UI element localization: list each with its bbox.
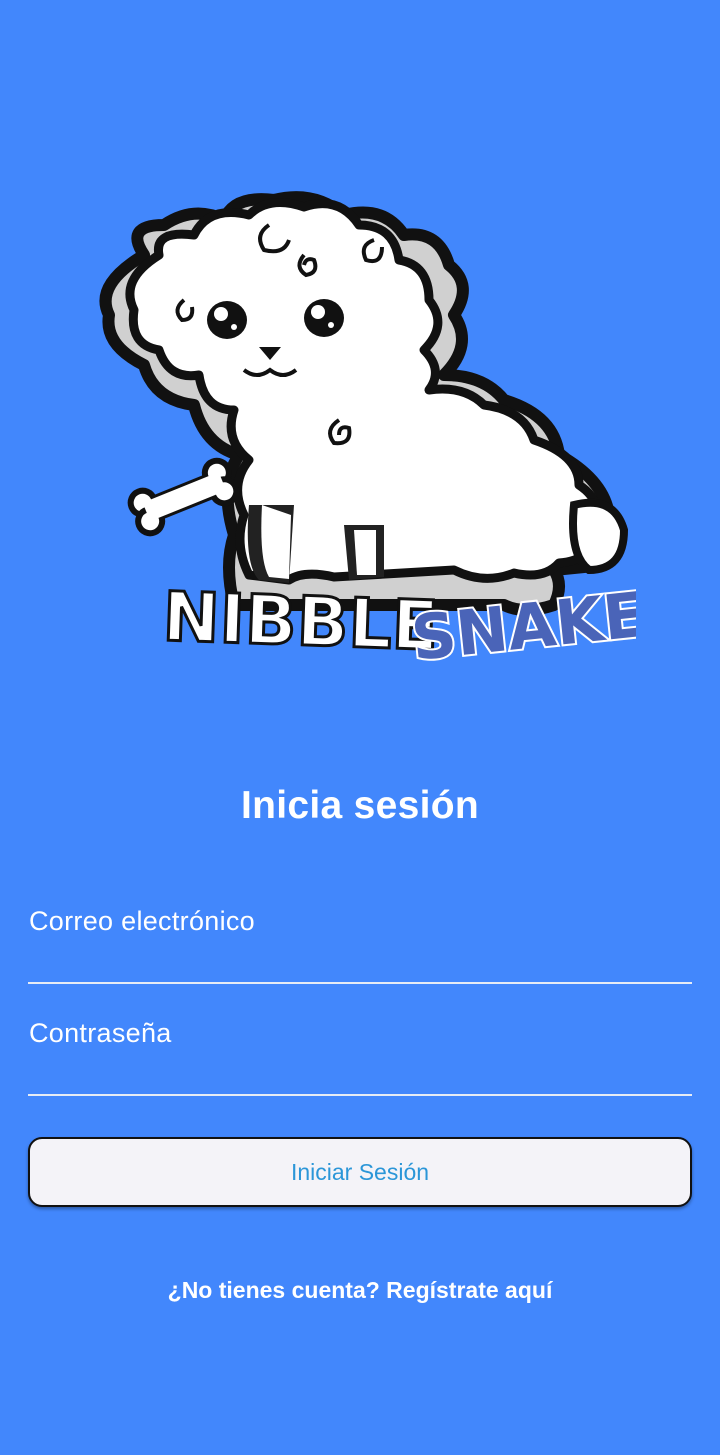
poodle-dog-logo-icon: NIBBLE SNAKE <box>99 191 636 677</box>
login-button[interactable]: Iniciar Sesión <box>28 1137 692 1207</box>
app-logo: NIBBLE SNAKE <box>84 185 636 685</box>
page-title: Inicia sesión <box>241 784 479 827</box>
login-screen: NIBBLE SNAKE Inicia sesión Correo electr… <box>0 0 720 1455</box>
password-input[interactable] <box>28 1018 692 1096</box>
logo-word-nibble: NIBBLE <box>161 578 439 667</box>
password-field[interactable]: Contraseña <box>28 1018 692 1096</box>
email-field[interactable]: Correo electrónico <box>28 906 692 984</box>
register-link[interactable]: ¿No tienes cuenta? Regístrate aquí <box>0 1277 720 1304</box>
email-input[interactable] <box>28 906 692 984</box>
password-underline <box>28 1094 692 1096</box>
email-underline <box>28 982 692 984</box>
